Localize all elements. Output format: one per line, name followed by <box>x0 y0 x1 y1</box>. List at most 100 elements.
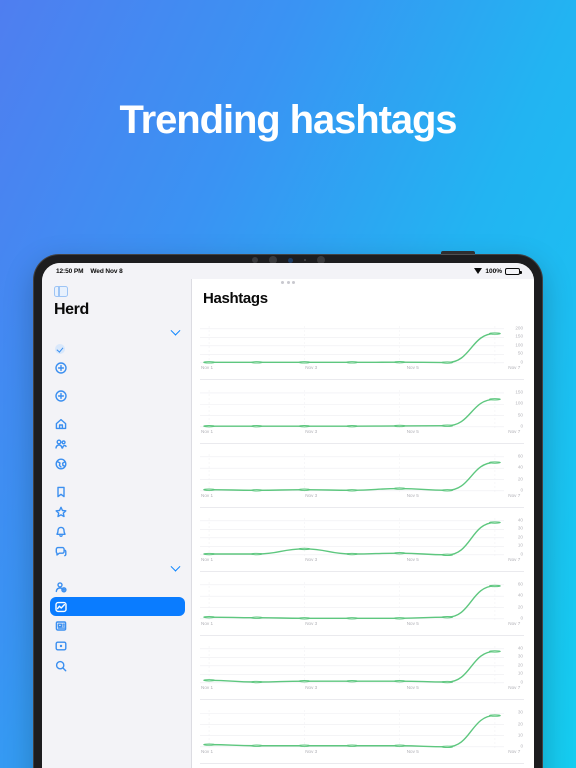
sidebar-item-for-you[interactable] <box>42 577 191 597</box>
volume-button[interactable] <box>441 251 475 255</box>
chart-x-axis: Nov 1 Nov 3 Nov 5 Nov 7 <box>200 364 524 373</box>
hashtag-trend-card[interactable]: 30 20 10 0 Nov 1 Nov 3 Nov 5 Nov 7 <box>200 700 524 764</box>
y-tick-label: 10 <box>517 543 523 549</box>
sidebar-item-favorites[interactable] <box>42 502 191 522</box>
x-tick-label: Nov 7 <box>508 621 521 626</box>
hashtag-label[interactable] <box>200 316 524 326</box>
chevron-down-icon[interactable] <box>170 561 181 572</box>
sidebar-sections <box>42 325 191 676</box>
hashtag-trend-card[interactable]: 60 40 20 0 Nov 1 Nov 3 Nov 5 Nov 7 <box>200 444 524 508</box>
chart-plot-area <box>200 646 504 684</box>
x-tick-label: Nov 3 <box>305 621 318 626</box>
y-tick-label: 40 <box>517 517 523 523</box>
x-tick-label: Nov 7 <box>508 493 521 498</box>
sidebar-item-posts[interactable] <box>42 636 191 656</box>
chart-x-axis: Nov 1 Nov 3 Nov 5 Nov 7 <box>200 556 524 565</box>
hashtag-label[interactable] <box>200 572 524 582</box>
x-tick-label: Nov 5 <box>406 685 419 690</box>
sidebar-item-add-account[interactable] <box>42 358 191 378</box>
hashtag-label[interactable] <box>200 700 524 710</box>
sidebar-account-row[interactable] <box>42 341 191 358</box>
x-tick-label: Nov 5 <box>406 557 419 562</box>
x-tick-label: Nov 7 <box>508 429 521 434</box>
x-tick-label: Nov 5 <box>406 493 419 498</box>
hashtag-trend-card[interactable]: 200 150 100 50 0 Nov 1 Nov 3 Nov 5 Nov 7 <box>200 316 524 380</box>
y-tick-label: 20 <box>517 604 523 610</box>
chat-bubble-icon <box>55 546 67 558</box>
sidebar-toggle-icon[interactable] <box>54 285 68 298</box>
y-tick-label: 10 <box>517 671 523 677</box>
hashtag-label[interactable] <box>200 636 524 646</box>
hashtag-label[interactable] <box>200 508 524 518</box>
sidebar-item-bookmarks[interactable] <box>42 482 191 502</box>
content-heading: Hashtags <box>203 290 268 307</box>
hashtag-trend-card[interactable]: 40 30 20 10 0 Nov 1 Nov 3 Nov 5 Nov 7 <box>200 508 524 572</box>
sidebar-item-new-post[interactable] <box>42 386 191 406</box>
x-tick-label: Nov 3 <box>305 493 318 498</box>
status-bar-right: 100% <box>474 267 522 275</box>
chart-x-axis: Nov 1 Nov 3 Nov 5 Nov 7 <box>200 620 524 629</box>
trend-chart: 150 100 50 0 <box>200 390 524 428</box>
bookmark-icon <box>55 486 67 498</box>
hashtag-label[interactable] <box>200 444 524 454</box>
x-tick-label: Nov 3 <box>305 365 318 370</box>
sidebar-item-private-mentions[interactable] <box>42 542 191 562</box>
x-tick-label: Nov 7 <box>508 749 521 754</box>
sidebar-item-local[interactable] <box>42 434 191 454</box>
trend-chart: 60 40 20 0 <box>200 454 524 492</box>
y-tick-label: 20 <box>517 721 523 727</box>
battery-icon <box>505 267 522 275</box>
y-tick-label: 60 <box>517 453 523 459</box>
sidebar-item-notifications[interactable] <box>42 522 191 542</box>
hashtag-trend-card[interactable]: 150 100 50 0 Nov 1 Nov 3 Nov 5 Nov 7 <box>200 380 524 444</box>
sidebar-item-search[interactable] <box>42 656 191 676</box>
x-tick-label: Nov 7 <box>508 365 521 370</box>
battery-percent: 100% <box>485 267 502 275</box>
y-tick-label: 20 <box>517 534 523 540</box>
x-tick-label: Nov 1 <box>201 493 214 498</box>
chart-plot-area <box>200 518 504 556</box>
x-tick-label: Nov 1 <box>201 429 214 434</box>
x-tick-label: Nov 3 <box>305 557 318 562</box>
x-tick-label: Nov 7 <box>508 685 521 690</box>
bell-icon <box>55 526 67 538</box>
sidebar-item-federated[interactable] <box>42 454 191 474</box>
sidebar-item-home[interactable] <box>42 414 191 434</box>
chart-y-axis: 60 40 20 0 <box>504 454 524 492</box>
hero-banner: Trending hashtags <box>0 0 576 240</box>
hashtag-trend-card[interactable]: 60 40 20 0 Nov 1 Nov 3 Nov 5 Nov 7 <box>200 572 524 636</box>
trend-chart: 40 30 20 10 0 <box>200 518 524 556</box>
sidebar-item-news[interactable] <box>42 616 191 636</box>
app-title: Herd <box>54 301 89 318</box>
sidebar-section-header-explore[interactable] <box>42 561 191 577</box>
status-bar-left: 12:50 PM Wed Nov 8 <box>56 268 123 275</box>
x-tick-label: Nov 1 <box>201 621 214 626</box>
y-tick-label: 60 <box>517 581 523 587</box>
chart-y-axis: 60 40 20 0 <box>504 582 524 620</box>
chevron-down-icon[interactable] <box>170 325 181 336</box>
x-tick-label: Nov 5 <box>406 749 419 754</box>
people-icon <box>55 438 67 450</box>
hashtag-label[interactable] <box>200 380 524 390</box>
y-tick-label: 30 <box>517 654 523 660</box>
y-tick-label: 50 <box>517 351 523 357</box>
status-date: Wed Nov 8 <box>90 267 123 275</box>
x-tick-label: Nov 1 <box>201 749 214 754</box>
main-content: Hashtags 200 150 100 50 0 Nov 1 Nov 3 Nov 5 Nov … <box>192 279 534 768</box>
multitasking-handle[interactable] <box>42 281 534 284</box>
trend-chart: 30 20 10 0 <box>200 710 524 748</box>
sidebar-item-hashtags[interactable] <box>50 597 185 616</box>
status-time: 12:50 PM <box>56 267 84 275</box>
sidebar-section-header-accounts[interactable] <box>42 325 191 341</box>
x-tick-label: Nov 1 <box>201 685 214 690</box>
y-tick-label: 20 <box>517 476 523 482</box>
y-tick-label: 40 <box>517 645 523 651</box>
sensor-dot <box>287 257 293 263</box>
x-tick-label: Nov 3 <box>305 429 318 434</box>
trend-chart: 40 30 20 10 0 <box>200 646 524 684</box>
y-tick-label: 30 <box>517 710 523 716</box>
sidebar-section-header-timelines <box>42 406 191 414</box>
y-tick-label: 10 <box>517 732 523 738</box>
hashtag-trend-card[interactable]: 40 30 20 10 0 Nov 1 Nov 3 Nov 5 Nov 7 <box>200 636 524 700</box>
star-icon <box>55 506 67 518</box>
